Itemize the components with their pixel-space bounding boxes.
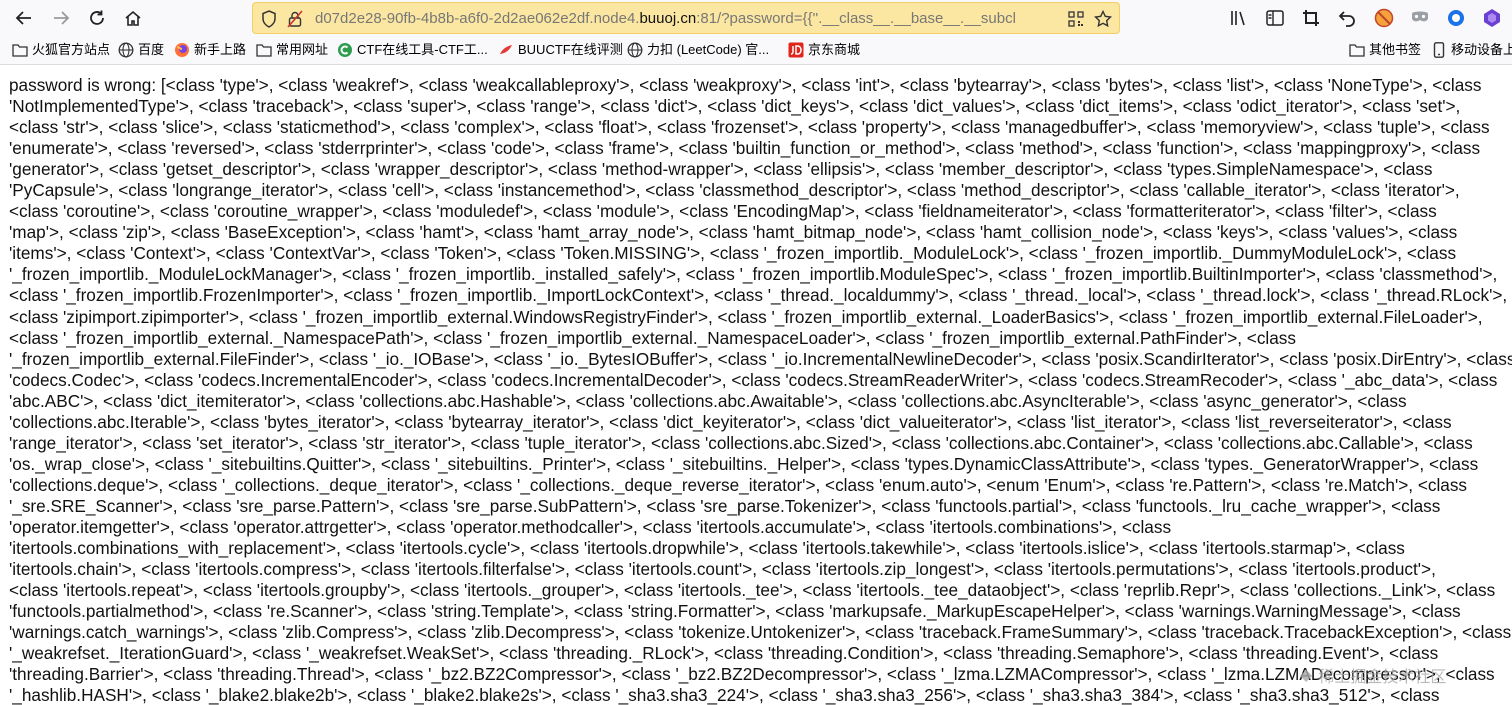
content-line: 'os._wrap_close'>, <class '_sitebuiltins… bbox=[9, 453, 1479, 474]
watermark: ◆ 稀土掘金技术社区 bbox=[1300, 662, 1510, 688]
adblock-icon[interactable] bbox=[1370, 4, 1398, 32]
content-line: 'map'>, <class 'zip'>, <class 'BaseExcep… bbox=[9, 222, 1458, 243]
forward-button[interactable] bbox=[47, 4, 75, 32]
bookmark-label: BUUCTF在线评测 bbox=[518, 42, 623, 57]
content-line: 'warnings.catch_warnings'>, <class 'zlib… bbox=[9, 622, 1512, 643]
content-line: 'itertools.chain'>, <class 'itertools.co… bbox=[9, 559, 1436, 580]
mobile-bookmarks[interactable]: 移动设备上的书签 bbox=[1431, 40, 1512, 60]
sidebar-icon[interactable] bbox=[1261, 4, 1289, 32]
url-subdomain: d07d2e28-90fb-4b8b-a6f0-2d2ae062e2df.nod… bbox=[315, 10, 640, 27]
firefox-icon bbox=[174, 42, 190, 58]
content-line: '_weakrefset._IterationGuard'>, <class '… bbox=[9, 643, 1439, 664]
bookmarks-bar: 火狐官方站点 百度 新手上路 常用网址 CTF在线工具-CTF工... BUUC… bbox=[0, 36, 1512, 65]
content-line: 'collections.deque'>, <class '_collectio… bbox=[9, 474, 1468, 495]
bookmark-label: 常用网址 bbox=[276, 42, 329, 57]
hackbar-extension-icon[interactable] bbox=[1442, 4, 1470, 32]
folder-icon bbox=[1349, 42, 1365, 58]
bookmark-star-icon[interactable] bbox=[1093, 9, 1113, 29]
shield-icon[interactable] bbox=[259, 9, 279, 29]
content-line: 'functools.partialmethod'>, <class 're.S… bbox=[9, 601, 1461, 622]
purple-extension-icon[interactable] bbox=[1478, 4, 1506, 32]
other-bookmarks[interactable]: 其他书签 bbox=[1349, 40, 1421, 60]
qr-code-icon[interactable] bbox=[1066, 9, 1086, 29]
address-bar[interactable]: d07d2e28-90fb-4b8b-a6f0-2d2ae062e2df.nod… bbox=[252, 2, 1120, 34]
url-text[interactable]: d07d2e28-90fb-4b8b-a6f0-2d2ae062e2df.nod… bbox=[315, 10, 1015, 28]
jd-icon bbox=[788, 42, 804, 58]
content-line: <class 'coroutine'>, <class 'coroutine_w… bbox=[9, 201, 1437, 222]
globe-icon bbox=[627, 42, 643, 58]
bookmark-item[interactable]: 力扣 (LeetCode) 官... bbox=[627, 40, 769, 60]
content-line: 'itertools.combinations_with_replacement… bbox=[9, 538, 1405, 559]
bookmark-item[interactable]: CTF在线工具-CTF工... bbox=[337, 40, 488, 60]
buuctf-site-icon bbox=[498, 42, 514, 58]
bookmark-item[interactable]: 新手上路 bbox=[174, 40, 246, 60]
bookmark-label: 百度 bbox=[138, 42, 165, 57]
content-line: <class 'zipimport.zipimporter'>, <class … bbox=[9, 306, 1483, 327]
bookmark-label: 移动设备上的书签 bbox=[1451, 42, 1512, 57]
reload-icon bbox=[90, 10, 104, 25]
back-arrow-icon bbox=[15, 11, 31, 25]
content-line: '_frozen_importlib._ModuleLockManager'>,… bbox=[9, 264, 1498, 285]
content-line: '_hashlib.HASH'>, <class '_blake2.blake2… bbox=[9, 685, 1440, 705]
content-line: 'threading.Barrier'>, <class 'threading.… bbox=[9, 664, 1495, 685]
content-line: '_frozen_importlib_external.FileFinder'>… bbox=[9, 348, 1512, 369]
content-line: 'PyCapsule'>, <class 'longrange_iterator… bbox=[9, 180, 1460, 201]
screenshot-crop-icon[interactable] bbox=[1297, 4, 1325, 32]
content-line: <class 'itertools.repeat'>, <class 'iter… bbox=[9, 580, 1496, 601]
forward-arrow-icon bbox=[54, 11, 70, 25]
content-line: password is wrong: [<class 'type'>, <cla… bbox=[9, 75, 1482, 95]
content-line: <class '_frozen_importlib_external._Name… bbox=[9, 327, 1296, 348]
content-line: <class '_frozen_importlib.FrozenImporter… bbox=[9, 285, 1508, 306]
bookmark-item[interactable]: 常用网址 bbox=[256, 40, 328, 60]
browser-toolbar: d07d2e28-90fb-4b8b-a6f0-2d2ae062e2df.nod… bbox=[0, 0, 1512, 36]
url-path: :81/?password={{''.__class__.__base__.__… bbox=[696, 10, 1015, 27]
bookmark-label: 力扣 (LeetCode) 官... bbox=[647, 42, 770, 57]
home-button[interactable] bbox=[119, 4, 147, 32]
bookmark-label: 新手上路 bbox=[194, 42, 247, 57]
bookmark-label: 京东商城 bbox=[808, 42, 861, 57]
content-line: 'operator.itemgetter'>, <class 'operator… bbox=[9, 516, 1172, 537]
globe-icon bbox=[118, 42, 134, 58]
url-domain: buuoj.cn bbox=[639, 10, 697, 27]
watermark-text: 稀土掘金技术社区 bbox=[1318, 669, 1447, 686]
insecure-lock-icon[interactable] bbox=[285, 9, 305, 29]
content-line: <class 'str'>, <class 'slice'>, <class '… bbox=[9, 117, 1490, 138]
folder-icon bbox=[12, 42, 28, 58]
content-line: 'codecs.Codec'>, <class 'codecs.Incremen… bbox=[9, 369, 1498, 390]
mobile-icon bbox=[1431, 42, 1447, 58]
library-icon[interactable] bbox=[1225, 4, 1253, 32]
content-line: 'generator'>, <class 'getset_descriptor'… bbox=[9, 159, 1433, 180]
folder-icon bbox=[256, 42, 272, 58]
content-line: '_sre.SRE_Scanner'>, <class 'sre_parse.P… bbox=[9, 495, 1441, 516]
bookmark-item[interactable]: 百度 bbox=[118, 40, 164, 60]
extension-mask-icon[interactable] bbox=[1406, 4, 1434, 32]
ctf-site-icon bbox=[337, 42, 353, 58]
bookmark-item[interactable]: BUUCTF在线评测 bbox=[498, 40, 623, 60]
bookmark-item[interactable]: 京东商城 bbox=[788, 40, 860, 60]
content-line: 'range_iterator'>, <class 'set_iterator'… bbox=[9, 432, 1473, 453]
watermark-logo-icon: ◆ bbox=[1300, 667, 1313, 684]
bookmark-label: CTF在线工具-CTF工... bbox=[357, 42, 488, 57]
home-icon bbox=[125, 10, 141, 26]
bookmark-item[interactable]: 火狐官方站点 bbox=[12, 40, 110, 60]
bookmark-label: 其他书签 bbox=[1369, 42, 1422, 57]
content-line: 'enumerate'>, <class 'reversed'>, <class… bbox=[9, 138, 1481, 159]
page-content: password is wrong: [<class 'type'>, <cla… bbox=[9, 75, 1512, 705]
content-line: 'abc.ABC'>, <class 'dict_itemiterator'>,… bbox=[9, 390, 1407, 411]
content-line: 'collections.abc.Iterable'>, <class 'byt… bbox=[9, 411, 1452, 432]
reload-button[interactable] bbox=[83, 4, 111, 32]
content-line: 'items'>, <class 'Context'>, <class 'Con… bbox=[9, 243, 1457, 264]
bookmark-label: 火狐官方站点 bbox=[32, 42, 111, 57]
back-button[interactable] bbox=[10, 4, 38, 32]
content-line: 'NotImplementedType'>, <class 'traceback… bbox=[9, 96, 1461, 117]
undo-icon[interactable] bbox=[1333, 4, 1361, 32]
